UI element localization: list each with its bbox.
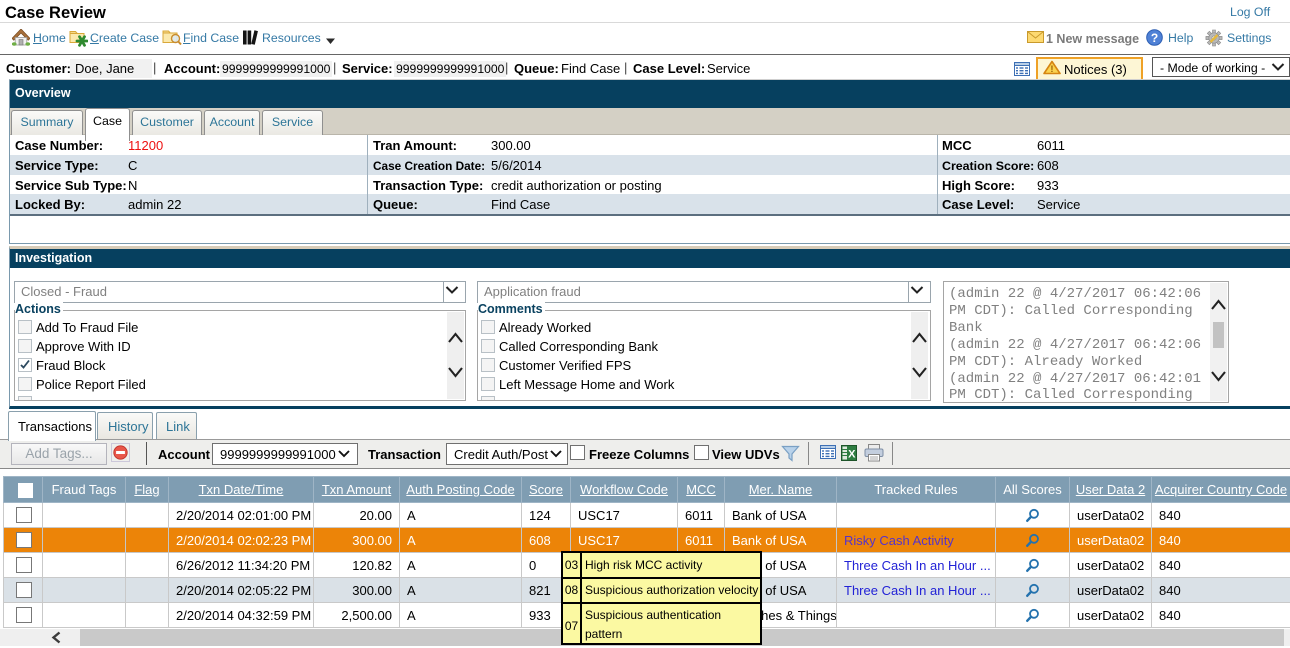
svg-text:!: ! (1050, 64, 1053, 75)
svg-text:X: X (848, 449, 856, 461)
svg-text:?: ? (1151, 31, 1158, 45)
